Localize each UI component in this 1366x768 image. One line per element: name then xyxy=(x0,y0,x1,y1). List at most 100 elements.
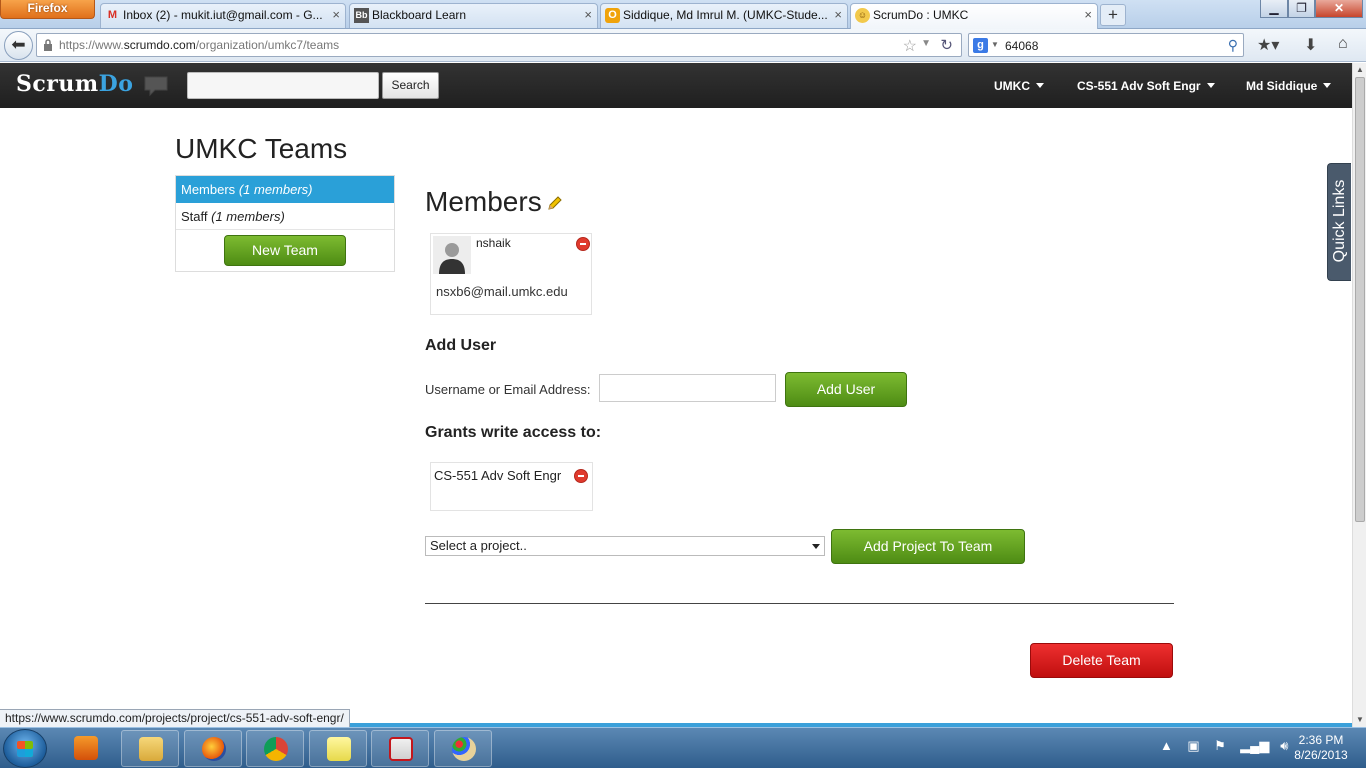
new-tab-button[interactable]: + xyxy=(1100,4,1126,26)
firefox-icon xyxy=(202,737,226,761)
url-text: https://www.scrumdo.com/organization/umk… xyxy=(59,38,340,52)
outlook-icon: O xyxy=(605,8,620,23)
windows-taskbar: ▲ ▣ ⚑ ▂▄▆ 🔊︎ 2:36 PM 8/26/2013 xyxy=(0,727,1366,768)
search-input-value[interactable]: 64068 xyxy=(1005,39,1038,53)
pencil-icon[interactable] xyxy=(546,195,563,212)
search-icon[interactable]: ⚲ xyxy=(1228,37,1238,54)
downloads-icon[interactable]: ⬇ xyxy=(1304,35,1317,55)
add-user-button[interactable]: Add User xyxy=(785,372,907,407)
scroll-down-arrow-icon[interactable]: ▼ xyxy=(1356,715,1364,724)
clock-date: 8/26/2013 xyxy=(1294,748,1348,762)
tab-title: Siddique, Md Imrul M. (UMKC-Stude... xyxy=(623,8,828,22)
page-scrollbar[interactable]: ▲ ▼ xyxy=(1352,63,1366,727)
project-menu[interactable]: CS-551 Adv Soft Engr xyxy=(1077,79,1215,93)
media-player-icon xyxy=(74,736,98,760)
scrumdo-search-button[interactable]: Search xyxy=(382,72,439,99)
pdf-icon xyxy=(389,737,413,761)
folder-icon xyxy=(139,737,163,761)
reload-icon[interactable]: ↻ xyxy=(940,36,953,54)
tab-outlook[interactable]: O Siddique, Md Imrul M. (UMKC-Stude... × xyxy=(600,3,848,28)
delete-team-button[interactable]: Delete Team xyxy=(1030,643,1173,678)
system-tray: ▲ ▣ ⚑ ▂▄▆ 🔊︎ xyxy=(1160,738,1288,754)
google-icon[interactable]: g xyxy=(973,38,988,53)
remove-member-icon[interactable] xyxy=(576,237,590,251)
project-card: CS-551 Adv Soft Engr xyxy=(430,462,593,511)
minimize-button[interactable]: ▁ xyxy=(1260,0,1288,18)
address-bar[interactable]: https://www.scrumdo.com/organization/umk… xyxy=(36,33,962,57)
chat-icon[interactable] xyxy=(143,75,169,97)
search-bar[interactable]: g ▼ 64068 ⚲ xyxy=(968,33,1244,57)
chevron-down-icon xyxy=(1036,83,1044,88)
tab-scrumdo[interactable]: ☺ ScrumDo : UMKC × xyxy=(850,3,1098,29)
system-clock[interactable]: 2:36 PM 8/26/2013 xyxy=(1282,733,1360,763)
scrumdo-logo[interactable]: ScrumDo xyxy=(16,71,133,97)
member-email: nsxb6@mail.umkc.edu xyxy=(436,284,568,299)
project-select[interactable]: Select a project.. xyxy=(425,536,825,556)
maximize-button[interactable]: ❐ xyxy=(1288,0,1315,18)
show-hidden-icons-icon[interactable]: ▲ xyxy=(1160,738,1173,753)
grants-heading: Grants write access to: xyxy=(425,424,602,441)
scrumdo-topbar: ScrumDo Search UMKC CS-551 Adv Soft Engr… xyxy=(0,63,1352,108)
tab-title: ScrumDo : UMKC xyxy=(873,8,969,22)
firefox-menu-button[interactable]: Firefox xyxy=(0,0,95,19)
page-title: UMKC Teams xyxy=(175,133,348,164)
chevron-down-icon xyxy=(1206,83,1215,88)
member-card: nshaik nsxb6@mail.umkc.edu xyxy=(430,233,592,315)
taskbar-chrome[interactable] xyxy=(246,730,304,767)
add-user-heading: Add User xyxy=(425,337,497,354)
team-heading: Members xyxy=(425,186,542,217)
scrumdo-search-input[interactable] xyxy=(187,72,379,99)
organization-menu[interactable]: UMKC xyxy=(994,79,1044,93)
username-email-input[interactable] xyxy=(599,374,776,402)
avatar xyxy=(433,236,471,274)
navigation-bar: ⬅ https://www.scrumdo.com/organization/u… xyxy=(0,29,1366,62)
chrome-icon xyxy=(264,737,288,761)
tab-gmail[interactable]: M Inbox (2) - mukit.iut@gmail.com - G...… xyxy=(100,3,346,28)
window-close-button[interactable]: ✕ xyxy=(1315,0,1363,18)
network-signal-icon[interactable]: ▂▄▆ xyxy=(1240,738,1269,753)
scroll-up-arrow-icon[interactable]: ▲ xyxy=(1356,65,1364,74)
tab-blackboard[interactable]: Bb Blackboard Learn × xyxy=(349,3,598,28)
search-engine-dropdown-icon[interactable]: ▼ xyxy=(991,40,999,49)
tab-title: Blackboard Learn xyxy=(372,8,467,22)
taskbar-firefox[interactable] xyxy=(184,730,242,767)
home-icon[interactable]: ⌂ xyxy=(1338,35,1348,53)
back-button[interactable]: ⬅ xyxy=(4,31,33,60)
taskbar-explorer[interactable] xyxy=(121,730,179,767)
add-user-label: Username or Email Address: xyxy=(425,382,591,397)
scroll-thumb[interactable] xyxy=(1355,77,1365,522)
taskbar-media-player[interactable] xyxy=(57,730,115,767)
remove-project-icon[interactable] xyxy=(574,469,588,483)
taskbar-acrobat[interactable] xyxy=(371,730,429,767)
start-button[interactable] xyxy=(3,729,47,768)
gmail-icon: M xyxy=(107,9,118,21)
project-name[interactable]: CS-551 Adv Soft Engr xyxy=(434,468,561,483)
device-icon[interactable]: ▣ xyxy=(1187,738,1199,753)
close-icon[interactable]: × xyxy=(332,4,340,26)
taskbar-paint[interactable] xyxy=(434,730,492,767)
tab-title: Inbox (2) - mukit.iut@gmail.com - G... xyxy=(123,8,323,22)
history-dropdown-icon[interactable]: ▼ xyxy=(921,38,931,49)
close-icon[interactable]: × xyxy=(834,4,842,26)
lock-icon xyxy=(44,39,52,51)
quick-links-tab[interactable]: Quick Links xyxy=(1327,163,1351,281)
new-team-button[interactable]: New Team xyxy=(224,235,346,266)
status-bar-url: https://www.scrumdo.com/projects/project… xyxy=(0,709,350,728)
member-username[interactable]: nshaik xyxy=(476,236,511,250)
paint-icon xyxy=(452,737,476,761)
user-menu[interactable]: Md Siddique xyxy=(1246,79,1332,93)
blackboard-icon: Bb xyxy=(354,8,369,23)
sticky-notes-icon xyxy=(327,737,351,761)
taskbar-sticky-notes[interactable] xyxy=(309,730,367,767)
scrumdo-icon: ☺ xyxy=(855,8,870,23)
add-project-to-team-button[interactable]: Add Project To Team xyxy=(831,529,1025,564)
action-center-flag-icon[interactable]: ⚑ xyxy=(1214,738,1226,753)
close-icon[interactable]: × xyxy=(1084,4,1092,26)
bookmarks-menu-icon[interactable]: ★▾ xyxy=(1257,35,1279,55)
dropdown-arrow-icon xyxy=(812,544,820,549)
bookmark-star-icon[interactable]: ☆ xyxy=(903,36,917,56)
divider xyxy=(425,603,1174,604)
team-item-members[interactable]: Members (1 members) xyxy=(176,176,394,203)
close-icon[interactable]: × xyxy=(584,4,592,26)
team-item-staff[interactable]: Staff (1 members) xyxy=(176,203,394,230)
